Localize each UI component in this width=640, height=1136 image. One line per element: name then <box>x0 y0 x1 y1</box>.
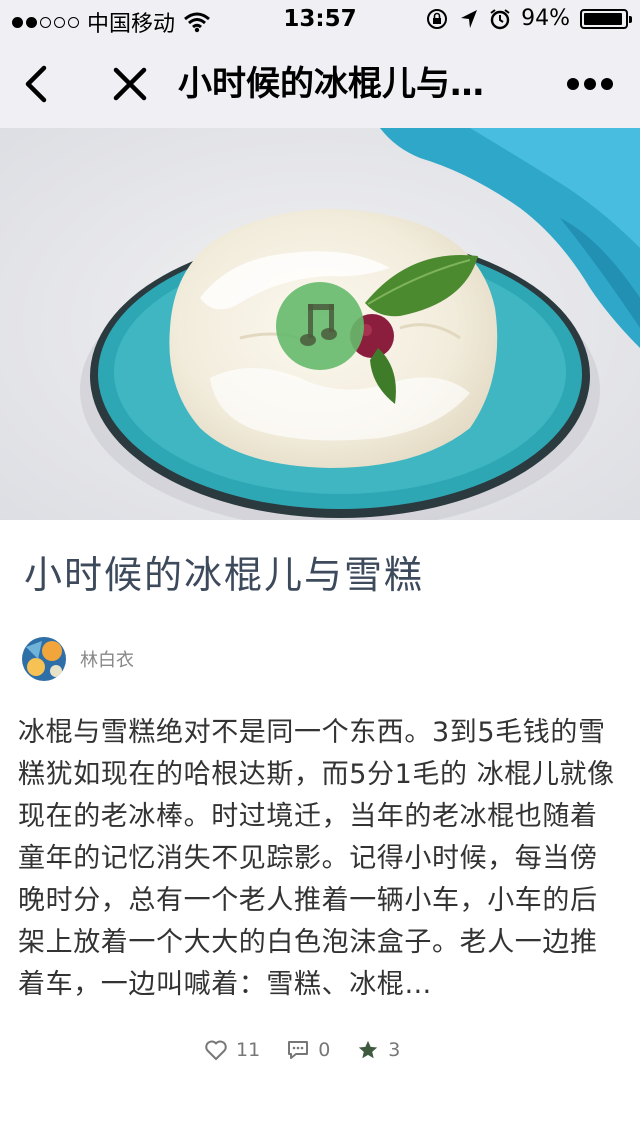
status-right: 94% <box>425 6 632 31</box>
comment-button[interactable]: 0 <box>286 1039 330 1061</box>
star-icon <box>359 1040 378 1059</box>
like-button[interactable]: 11 <box>204 1039 260 1061</box>
battery-icon <box>580 8 632 29</box>
star-count: 3 <box>388 1039 401 1061</box>
article-excerpt: 冰棍与雪糕绝对不是同一个东西。3到5毛钱的雪糕犹如现在的哈根达斯，而5分1毛的 … <box>18 717 615 1000</box>
close-icon[interactable] <box>108 62 152 106</box>
article-title: 小时候的冰棍儿与雪糕 <box>24 553 425 597</box>
heart-icon <box>205 1040 227 1060</box>
comment-count: 0 <box>318 1039 331 1061</box>
navigation-bar: 小时候的冰棍儿与… <box>0 40 640 128</box>
music-note-icon <box>300 304 337 346</box>
location-arrow-icon <box>461 9 478 28</box>
comment-icon <box>288 1041 309 1059</box>
favorite-button[interactable]: 3 <box>356 1039 400 1061</box>
alarm-icon <box>490 8 510 29</box>
battery-percent: 94% <box>521 6 570 31</box>
status-bar: 中国移动 13:57 94% <box>0 0 640 40</box>
more-icon[interactable] <box>560 70 620 98</box>
engagement-stats: 11 0 3 <box>204 1034 400 1066</box>
back-icon[interactable] <box>16 58 60 110</box>
orientation-lock-icon <box>427 8 448 29</box>
author-name[interactable]: 林白衣 <box>80 646 134 672</box>
music-play-button[interactable] <box>276 282 364 370</box>
avatar[interactable] <box>22 637 66 681</box>
like-count: 11 <box>236 1039 261 1061</box>
battery-level <box>584 12 622 25</box>
author-row[interactable]: 林白衣 <box>22 636 134 682</box>
nav-title: 小时候的冰棍儿与… <box>178 64 484 104</box>
